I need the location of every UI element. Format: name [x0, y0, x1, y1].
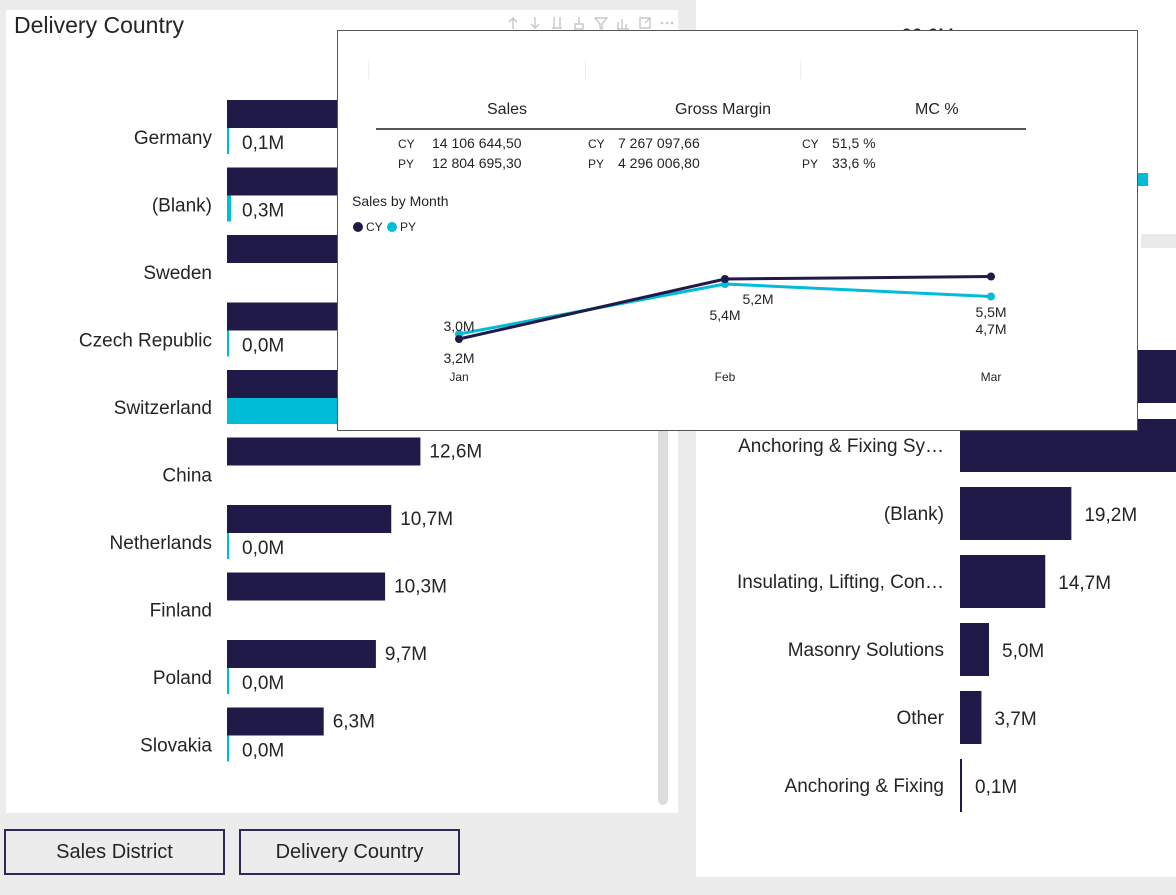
category-label: China: [162, 466, 212, 487]
cy-data-label: 10,7M: [400, 509, 453, 530]
py-data-label: 0,0M: [242, 336, 284, 357]
cy-data-label: 12,6M: [429, 442, 482, 463]
category-label: Sweden: [143, 263, 212, 284]
category-label: Anchoring & Fixing: [785, 776, 944, 797]
sales-by-month-line-chart: 3,0M 3,2M 5,4M5,2M 5,5M4,7M Jan Feb Mar: [443, 272, 1007, 384]
category-label: Anchoring & Fixing Sy…: [738, 436, 944, 457]
cy-data-label: 9,7M: [385, 644, 427, 665]
py-bar: [227, 128, 229, 154]
cy-data-label: 6,3M: [333, 712, 375, 733]
category-label: Germany: [134, 128, 213, 149]
category-label: Slovakia: [140, 736, 212, 757]
data-point-cy: [455, 335, 463, 343]
sales-value: 12 804 695,30: [432, 155, 522, 171]
sales-header: Sales: [487, 101, 528, 118]
sales-by-month-title: Sales by Month: [352, 193, 449, 209]
category-label: Finland: [150, 601, 212, 622]
category-label: Other: [896, 708, 944, 729]
data-point-py: [987, 292, 995, 301]
row-label: CY: [398, 137, 415, 151]
cy-bar: [227, 505, 392, 533]
py-bar: [227, 533, 229, 559]
py-bar: [227, 398, 337, 424]
gross-margin-value: 4 296 006,80: [618, 155, 700, 171]
cy-data-label: 0,1M: [975, 777, 1017, 798]
row-label: CY: [588, 137, 605, 151]
sales-district-button[interactable]: Sales District: [4, 829, 225, 875]
gross-margin-value: 7 267 097,66: [618, 135, 700, 151]
divider: [800, 61, 801, 79]
category-label: (Blank): [884, 504, 944, 525]
py-bar: [227, 735, 229, 762]
data-label-cy: 5,4M: [709, 307, 740, 323]
cy-bar: [960, 623, 989, 676]
data-label-cy: 5,5M: [975, 304, 1006, 320]
divider: [585, 61, 586, 79]
mc-percent-value: 33,6 %: [832, 155, 876, 171]
cy-bar: [960, 759, 962, 812]
py-data-label: 0,0M: [242, 538, 284, 559]
gross-margin-header: Gross Margin: [675, 101, 772, 118]
kpi-row-py: PY 12 804 695,30 PY 4 296 006,80 PY 33,6…: [398, 155, 876, 171]
py-data-label: 0,1M: [242, 133, 284, 154]
mc-percent-header: MC %: [915, 101, 959, 118]
py-bar: [227, 195, 231, 222]
cy-bar: [227, 437, 421, 466]
data-label-py: 4,7M: [975, 321, 1006, 337]
data-label-py: 3,2M: [443, 350, 474, 366]
py-data-label: 0,0M: [242, 741, 284, 762]
x-tick-label: Mar: [981, 370, 1002, 384]
cy-data-label: 5,0M: [1002, 641, 1044, 662]
row-label: PY: [588, 157, 605, 171]
py-bar: [227, 330, 229, 357]
category-label: (Blank): [152, 196, 212, 217]
x-tick-label: Feb: [715, 370, 736, 384]
divider: [1141, 234, 1176, 248]
data-label-cy: 3,0M: [443, 318, 474, 334]
category-label: Masonry Solutions: [788, 640, 944, 661]
data-label-py: 5,2M: [742, 291, 773, 307]
cy-data-label: 10,3M: [394, 577, 447, 598]
category-label: Czech Republic: [79, 331, 212, 352]
cy-data-label: 19,2M: [1084, 505, 1137, 526]
category-label: Poland: [153, 668, 212, 689]
cy-bar: [227, 572, 386, 601]
delivery-country-button[interactable]: Delivery Country: [239, 829, 460, 875]
py-data-label: 0,0M: [242, 673, 284, 694]
cy-bar: [960, 555, 1046, 608]
row-label: PY: [802, 157, 819, 171]
data-point-cy: [721, 275, 729, 283]
cy-data-label: 14,7M: [1058, 573, 1111, 594]
category-label: Insulating, Lifting, Con…: [737, 572, 944, 593]
row-label: PY: [398, 157, 415, 171]
py-data-label: 0,3M: [242, 201, 284, 222]
sales-value: 14 106 644,50: [432, 135, 522, 151]
py-bar: [227, 668, 229, 694]
divider: [368, 61, 369, 79]
mc-percent-value: 51,5 %: [832, 135, 876, 151]
cy-bar: [227, 707, 324, 736]
cy-data-label: 3,7M: [994, 709, 1036, 730]
cy-bar: [960, 487, 1072, 540]
cy-bar: [960, 691, 982, 744]
tooltip-popup: Sales Gross Margin MC % CY 14 106 644,50…: [337, 30, 1138, 431]
data-point-cy: [987, 272, 995, 281]
category-label: Switzerland: [114, 398, 212, 419]
kpi-header-divider: [376, 128, 1026, 130]
row-label: CY: [802, 137, 819, 151]
category-label: Netherlands: [110, 533, 212, 554]
x-tick-label: Jan: [449, 370, 468, 384]
kpi-row-cy: CY 14 106 644,50 CY 7 267 097,66 CY 51,5…: [398, 135, 876, 151]
cy-bar: [227, 640, 376, 668]
